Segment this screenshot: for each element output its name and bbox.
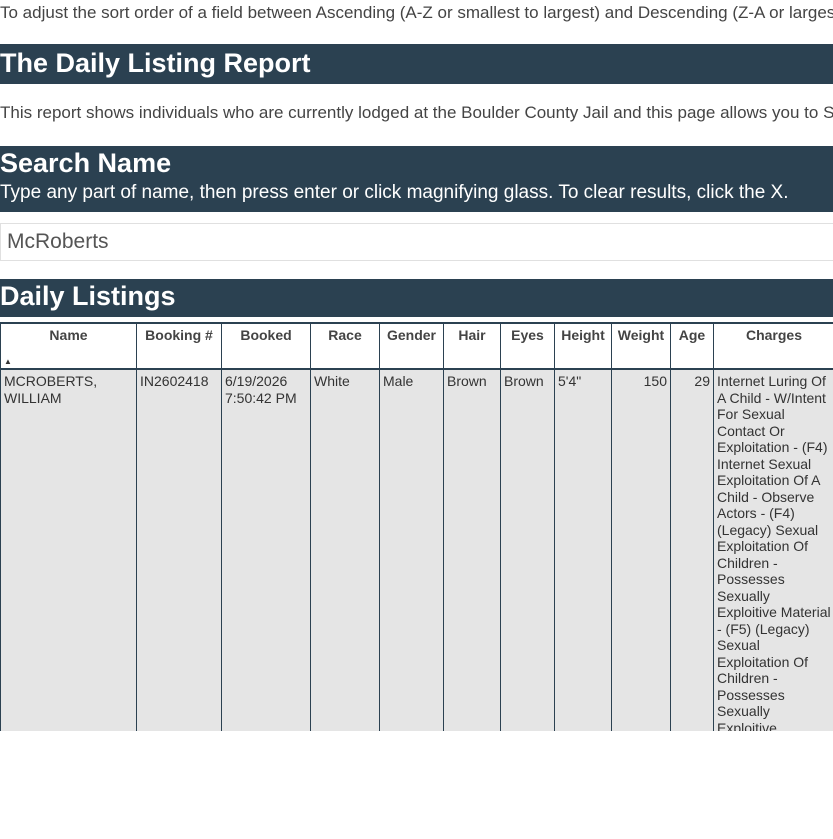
column-header-race[interactable]: Race: [310, 322, 380, 370]
column-header-weight[interactable]: Weight: [611, 322, 671, 370]
listings-table-container: Name ▲ Booking # Booked Race Gender Hair…: [0, 322, 833, 731]
search-instructions: Type any part of name, then press enter …: [0, 182, 789, 203]
report-description: This report shows individuals who are cu…: [0, 103, 833, 122]
column-header-label: Weight: [617, 327, 665, 343]
column-header-name[interactable]: Name ▲: [0, 322, 137, 370]
sort-hint-text: To adjust the sort order of a field betw…: [0, 3, 833, 22]
search-title: Search Name: [0, 148, 172, 178]
cell-height: 5'4": [554, 369, 612, 731]
search-header: Search Name Type any part of name, then …: [0, 146, 833, 212]
cell-eyes: Brown: [500, 369, 555, 731]
cell-booking: IN2602418: [136, 369, 222, 731]
column-header-label: Name: [49, 327, 88, 343]
column-header-label: Eyes: [511, 327, 544, 343]
listings-table: Name ▲ Booking # Booked Race Gender Hair…: [0, 322, 833, 731]
column-header-label: Hair: [458, 327, 486, 343]
column-header-label: Booking #: [145, 327, 213, 343]
column-header-label: Age: [678, 327, 706, 343]
column-header-height[interactable]: Height: [554, 322, 612, 370]
cell-gender: Male: [379, 369, 444, 731]
cell-charges: Internet Luring Of A Child - W/Intent Fo…: [713, 369, 833, 731]
column-header-label: Charges: [745, 327, 803, 343]
page: To adjust the sort order of a field betw…: [0, 0, 833, 839]
cell-hair: Brown: [443, 369, 501, 731]
listings-title: Daily Listings: [0, 281, 176, 311]
report-title: The Daily Listing Report: [0, 48, 311, 78]
column-header-charges[interactable]: Charges: [713, 322, 833, 370]
column-header-gender[interactable]: Gender: [379, 322, 444, 370]
column-header-label: Booked: [240, 327, 292, 343]
table-row: MCROBERTS, WILLIAM IN2602418 6/19/2026 7…: [0, 369, 833, 731]
cell-age: 29: [670, 369, 714, 731]
column-header-booked[interactable]: Booked: [221, 322, 311, 370]
column-header-label: Race: [328, 327, 362, 343]
cell-race: White: [310, 369, 380, 731]
cell-booked: 6/19/2026 7:50:42 PM: [221, 369, 311, 731]
cell-weight: 150: [611, 369, 671, 731]
column-header-booking[interactable]: Booking #: [136, 322, 222, 370]
cell-name: MCROBERTS, WILLIAM: [0, 369, 137, 731]
column-header-label: Gender: [386, 327, 436, 343]
search-name-input[interactable]: [0, 223, 833, 261]
column-header-eyes[interactable]: Eyes: [500, 322, 555, 370]
column-header-age[interactable]: Age: [670, 322, 714, 370]
column-header-label: Height: [561, 327, 605, 343]
sort-ascending-icon: ▲: [4, 357, 12, 366]
table-header-row: Name ▲ Booking # Booked Race Gender Hair…: [0, 322, 833, 370]
column-header-hair[interactable]: Hair: [443, 322, 501, 370]
report-header: The Daily Listing Report: [0, 44, 833, 84]
listings-header: Daily Listings: [0, 279, 833, 317]
